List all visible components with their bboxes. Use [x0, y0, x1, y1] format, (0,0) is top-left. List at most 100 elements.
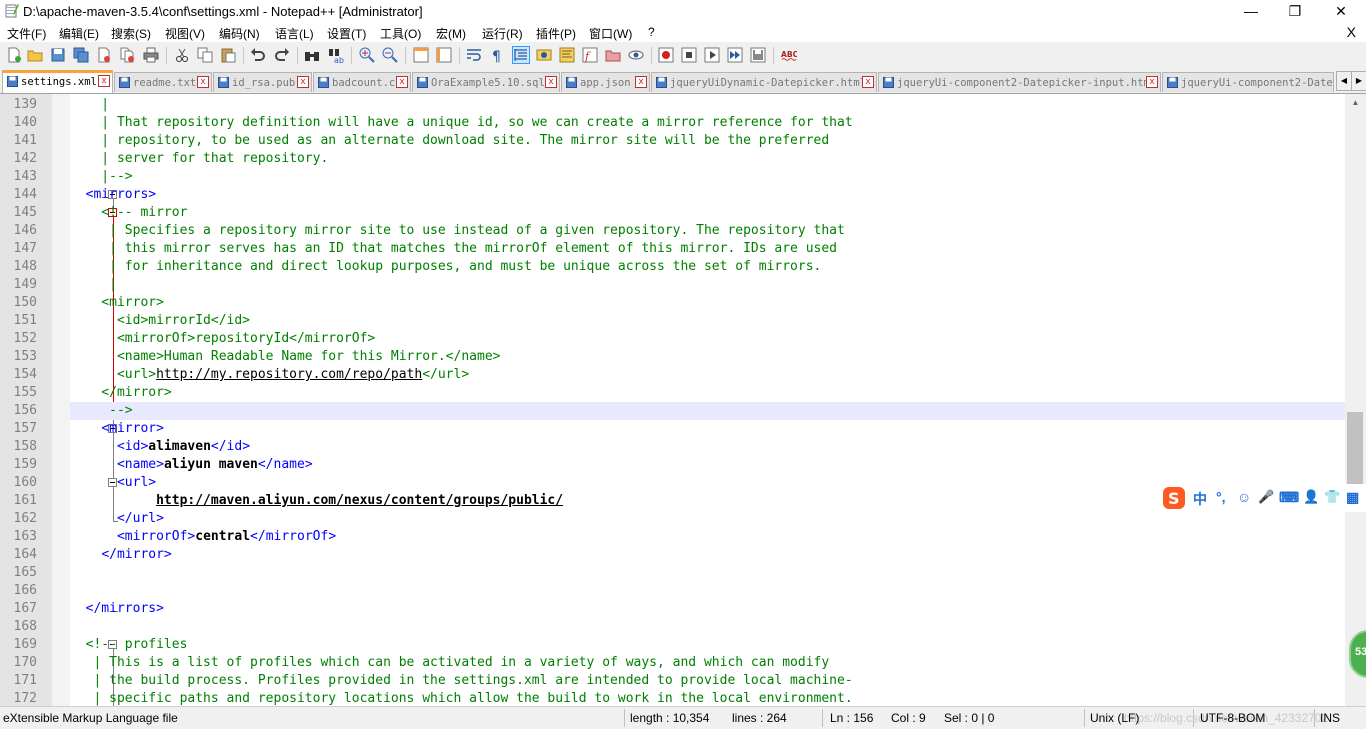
code-line[interactable]: [70, 582, 1345, 600]
code-line[interactable]: |: [70, 96, 1345, 114]
tab-close-icon[interactable]: x: [297, 76, 309, 88]
new-file-icon[interactable]: [6, 47, 22, 63]
code-line[interactable]: | server for that repository.: [70, 150, 1345, 168]
save-all-icon[interactable]: [73, 47, 89, 63]
code-line[interactable]: <url>: [70, 474, 1345, 492]
ime-user-icon[interactable]: 👤: [1303, 489, 1319, 505]
replace-icon[interactable]: ab: [328, 47, 344, 63]
copy-icon[interactable]: [197, 47, 213, 63]
sogou-ime-logo-icon[interactable]: S: [1162, 486, 1186, 510]
tab-close-icon[interactable]: x: [197, 76, 209, 88]
monitoring-icon[interactable]: [628, 47, 644, 63]
save-icon[interactable]: [50, 47, 66, 63]
menu-view[interactable]: 视图(V): [165, 25, 205, 42]
code-line[interactable]: <mirrorOf>central</mirrorOf>: [70, 528, 1345, 546]
menu-edit[interactable]: 编辑(E): [59, 25, 99, 42]
find-icon[interactable]: [304, 47, 320, 63]
zoom-out-icon[interactable]: [382, 47, 398, 63]
code-line[interactable]: [70, 618, 1345, 636]
close-file-icon[interactable]: [96, 47, 112, 63]
code-line[interactable]: <!-- profiles: [70, 636, 1345, 654]
tab-close-icon[interactable]: x: [862, 76, 874, 88]
print-icon[interactable]: [143, 47, 159, 63]
current-code-line[interactable]: -->: [70, 402, 1345, 420]
user-language-icon[interactable]: [536, 47, 552, 63]
ime-punctuation[interactable]: °,: [1216, 489, 1226, 505]
ime-emoji-icon[interactable]: ☺: [1237, 489, 1251, 505]
code-line[interactable]: |-->: [70, 168, 1345, 186]
word-wrap-icon[interactable]: [466, 47, 482, 63]
menu-window[interactable]: 窗口(W): [589, 25, 632, 42]
redo-icon[interactable]: [274, 47, 290, 63]
tab-app-json[interactable]: app.json x: [561, 72, 650, 92]
folder-as-workspace-icon[interactable]: [605, 47, 621, 63]
status-encoding[interactable]: UTF-8-BOM: [1200, 711, 1265, 725]
tab-close-icon[interactable]: x: [396, 76, 408, 88]
menu-help[interactable]: ?: [648, 25, 655, 39]
code-line[interactable]: | Specifies a repository mirror site to …: [70, 222, 1345, 240]
stop-recording-icon[interactable]: [681, 47, 697, 63]
editor-area[interactable]: 139 140 141 142 143 144 145 146 147 148 149 150 151 1…: [0, 94, 1345, 706]
code-line[interactable]: | for inheritance and direct lookup purp…: [70, 258, 1345, 276]
minimize-button[interactable]: —: [1228, 0, 1274, 22]
tab-id-rsa-pub[interactable]: id_rsa.pub x: [213, 72, 312, 92]
code-line[interactable]: | repository, to be used as an alternate…: [70, 132, 1345, 150]
tab-jqueryui-component2-datep[interactable]: jqueryUi-component2-Datep: [1162, 72, 1334, 92]
ime-chinese-mode[interactable]: 中: [1193, 489, 1207, 509]
open-file-icon[interactable]: [27, 47, 43, 63]
status-eol-format[interactable]: Unix (LF): [1090, 711, 1139, 725]
code-line[interactable]: </url>: [70, 510, 1345, 528]
code-line[interactable]: <mirror>: [70, 420, 1345, 438]
tab-scroll-right-button[interactable]: ▶: [1351, 71, 1366, 91]
code-line[interactable]: </mirror>: [70, 546, 1345, 564]
code-line[interactable]: | That repository definition will have a…: [70, 114, 1345, 132]
code-line[interactable]: <!-- mirror: [70, 204, 1345, 222]
undo-icon[interactable]: [250, 47, 266, 63]
code-line[interactable]: </mirrors>: [70, 600, 1345, 618]
tab-close-icon[interactable]: x: [1146, 76, 1158, 88]
menu-language[interactable]: 语言(L): [275, 25, 314, 42]
tab-close-icon[interactable]: x: [545, 76, 557, 88]
code-line[interactable]: [70, 564, 1345, 582]
code-line[interactable]: <mirrors>: [70, 186, 1345, 204]
code-line[interactable]: <id>mirrorId</id>: [70, 312, 1345, 330]
code-line[interactable]: <name>aliyun maven</name>: [70, 456, 1345, 474]
tab-close-icon[interactable]: x: [98, 75, 110, 87]
tab-scroll-left-button[interactable]: ◀: [1336, 71, 1352, 91]
spell-check-icon[interactable]: ABC: [781, 47, 797, 63]
sync-horizontal-scroll-icon[interactable]: [436, 47, 452, 63]
tab-oraexample-sql[interactable]: OraExample5.10.sql x: [412, 72, 560, 92]
scroll-thumb[interactable]: [1347, 412, 1363, 484]
menu-macro[interactable]: 宏(M): [436, 25, 466, 42]
ime-toolbar[interactable]: S 中 °, ☺ 🎤 ⌨ 👤 👕 ▦: [1160, 484, 1366, 512]
code-line[interactable]: <id>alimaven</id>: [70, 438, 1345, 456]
code-line[interactable]: | This is a list of profiles which can b…: [70, 654, 1345, 672]
status-insert-mode[interactable]: INS: [1320, 711, 1340, 725]
code-line[interactable]: | the build process. Profiles provided i…: [70, 672, 1345, 690]
tab-close-icon[interactable]: x: [635, 76, 647, 88]
cut-icon[interactable]: [174, 47, 190, 63]
close-window-button[interactable]: ✕: [1318, 0, 1364, 22]
close-document-button[interactable]: X: [1347, 24, 1356, 40]
menu-tools[interactable]: 工具(O): [380, 25, 421, 42]
close-all-icon[interactable]: [119, 47, 135, 63]
vertical-scrollbar[interactable]: ▲: [1345, 94, 1366, 706]
tab-readme-txt[interactable]: readme.txt x: [114, 72, 212, 92]
scroll-up-arrow-icon[interactable]: ▲: [1345, 94, 1366, 111]
menu-encoding[interactable]: 编码(N): [219, 25, 260, 42]
tab-jqueryui-component2-datepicker-input[interactable]: jqueryUi-component2-Datepicker-input.htm…: [878, 72, 1161, 92]
maximize-button[interactable]: ❐: [1272, 0, 1318, 22]
paste-icon[interactable]: [220, 47, 236, 63]
ime-toolbox-icon[interactable]: ▦: [1346, 489, 1359, 506]
save-macro-icon[interactable]: [750, 47, 766, 63]
menu-file[interactable]: 文件(F): [7, 25, 46, 42]
play-macro-icon[interactable]: [704, 47, 720, 63]
show-all-characters-icon[interactable]: ¶: [489, 47, 505, 63]
code-line[interactable]: <name>Human Readable Name for this Mirro…: [70, 348, 1345, 366]
tab-settings-xml[interactable]: settings.xml x: [2, 70, 113, 93]
code-line[interactable]: | specific paths and repository location…: [70, 690, 1345, 706]
code-line[interactable]: http://maven.aliyun.com/nexus/content/gr…: [70, 492, 1345, 510]
code-line[interactable]: | this mirror serves has an ID that matc…: [70, 240, 1345, 258]
zoom-in-icon[interactable]: [359, 47, 375, 63]
function-list-icon[interactable]: f: [582, 47, 598, 63]
